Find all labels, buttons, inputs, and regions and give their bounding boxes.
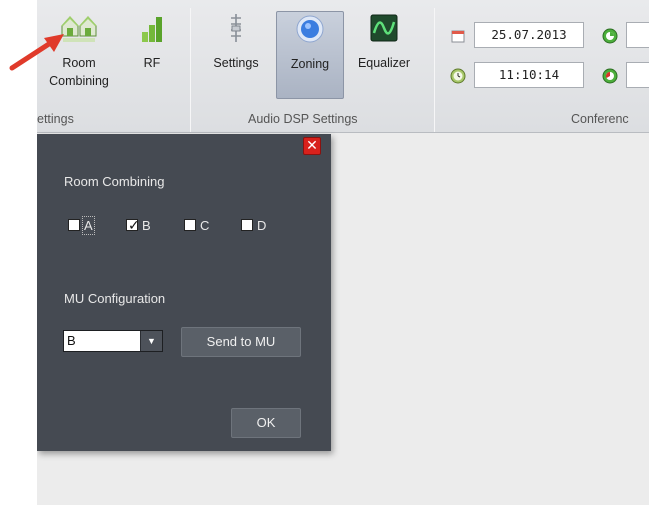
mu-select-value: B <box>67 333 76 348</box>
equalizer-button[interactable]: Equalizer <box>350 12 418 86</box>
ribbon-separator <box>190 8 191 132</box>
checkbox-b-box[interactable]: ✓ <box>126 217 140 233</box>
checkbox-b-label: B <box>142 218 151 233</box>
ribbon-toolbar: Room Combining RF Settings Zoning Equali… <box>37 0 649 133</box>
ribbon-separator <box>434 8 435 132</box>
ok-button[interactable]: OK <box>231 408 301 438</box>
zoning-icon <box>294 13 326 45</box>
application-window: Room Combining RF Settings Zoning Equali… <box>37 0 649 505</box>
equalizer-icon <box>368 12 400 44</box>
room-combining-heading: Room Combining <box>64 174 165 189</box>
checkbox-a-box[interactable] <box>68 219 80 231</box>
checkbox-c[interactable]: C <box>184 217 209 235</box>
settings-slider-icon <box>220 12 252 44</box>
conference-field-2[interactable] <box>626 62 649 88</box>
time-field[interactable]: 11:10:14 <box>474 62 584 88</box>
date-field[interactable]: 25.07.2013 <box>474 22 584 48</box>
checkbox-d[interactable]: D <box>241 217 266 235</box>
group-label-conference: Conferenc <box>571 112 629 126</box>
checkbox-d-box[interactable] <box>241 219 253 231</box>
room-combining-dialog: ✕ Room Combining A ✓ B C D MU Configurati… <box>37 134 331 451</box>
mu-select[interactable]: B ▼ <box>63 330 163 352</box>
checkbox-c-label: C <box>200 218 210 233</box>
pointer-arrow-icon <box>9 34 64 71</box>
checkbox-a-label: A <box>82 216 95 235</box>
checkbox-d-label: D <box>257 218 267 233</box>
group-label-audio-dsp: Audio DSP Settings <box>248 112 358 126</box>
close-icon[interactable]: ✕ <box>303 137 321 155</box>
checkbox-b[interactable]: ✓ B <box>126 217 151 235</box>
conference-field-1[interactable] <box>626 22 649 48</box>
rf-button[interactable]: RF <box>127 12 177 86</box>
zoning-button[interactable]: Zoning <box>276 11 344 99</box>
rf-signal-icon <box>136 12 168 44</box>
equalizer-label: Equalizer <box>357 56 411 70</box>
clock-icon <box>450 68 466 84</box>
settings-label: Settings <box>213 56 259 70</box>
mu-configuration-heading: MU Configuration <box>64 291 166 306</box>
calendar-icon <box>450 28 466 44</box>
green-timer-icon <box>602 28 618 44</box>
send-to-mu-button[interactable]: Send to MU <box>181 327 301 357</box>
red-timer-icon <box>602 68 618 84</box>
chevron-down-icon[interactable]: ▼ <box>140 331 162 351</box>
checkmark-icon: ✓ <box>128 217 140 233</box>
settings-button[interactable]: Settings <box>203 12 269 86</box>
group-label-settings: ettings <box>37 112 74 126</box>
checkbox-c-box[interactable] <box>184 219 196 231</box>
zoning-label: Zoning <box>290 57 330 71</box>
checkbox-a[interactable]: A <box>68 216 95 235</box>
rf-label: RF <box>143 56 161 70</box>
